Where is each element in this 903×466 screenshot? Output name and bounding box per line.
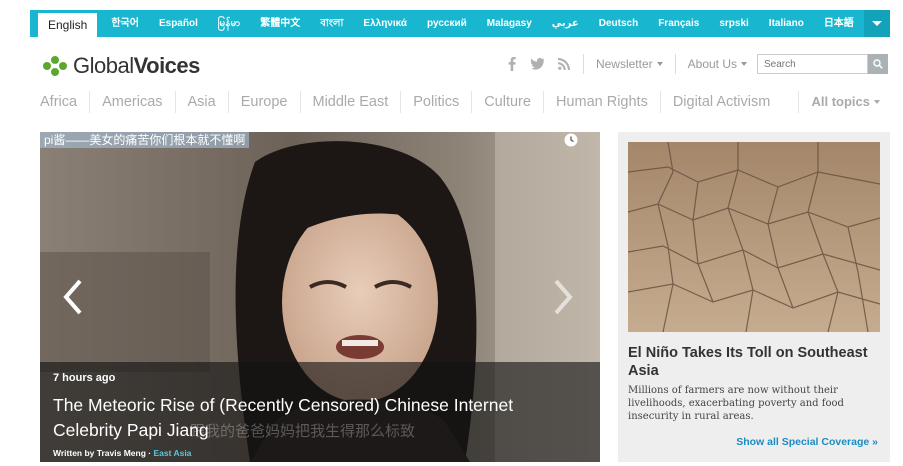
more-languages-button[interactable] <box>863 10 890 37</box>
language-korean[interactable]: 한국어 <box>101 10 149 37</box>
special-coverage-image[interactable] <box>628 142 880 332</box>
topic-americas[interactable]: Americas <box>89 91 174 113</box>
about-us-menu[interactable]: About Us <box>682 57 753 71</box>
topic-culture[interactable]: Culture <box>471 91 543 113</box>
search-icon <box>873 59 883 69</box>
all-topics-menu[interactable]: All topics <box>798 91 890 113</box>
search-button[interactable] <box>868 54 888 74</box>
topic-digital-activism[interactable]: Digital Activism <box>659 91 783 113</box>
byline-region-link[interactable]: East Asia <box>153 448 191 458</box>
chevron-down-icon <box>871 21 882 26</box>
next-slide-button[interactable] <box>552 277 574 317</box>
show-all-special-coverage-link[interactable]: Show all Special Coverage » <box>736 436 878 448</box>
topic-asia[interactable]: Asia <box>174 91 228 113</box>
byline-author: Written by Travis Meng · <box>53 448 154 458</box>
logo-text: GlobalVoices <box>73 53 200 79</box>
search-input[interactable] <box>757 54 868 74</box>
story-byline: Written by Travis Meng · East Asia <box>53 448 191 458</box>
language-bar: English 한국어 Español မြန်မာ 繁體中文 বাংলা Ελ… <box>30 10 890 37</box>
featured-story-title[interactable]: The Meteoric Rise of (Recently Censored)… <box>53 393 573 443</box>
logo-text-bold: Voices <box>133 53 201 78</box>
clock-icon <box>564 133 578 147</box>
facebook-icon[interactable] <box>508 57 516 71</box>
header-tools: Newsletter About Us <box>501 53 888 75</box>
logo-text-light: Global <box>73 53 134 78</box>
special-coverage-summary: Millions of farmers are now without thei… <box>628 385 844 422</box>
language-german[interactable]: Deutsch <box>589 10 648 37</box>
featured-story-slider[interactable]: pi酱——美女的痛苦你们根本就不懂啊 跟我的爸爸妈妈把我生得那么标致 7 hou… <box>40 132 600 462</box>
all-topics-label: All topics <box>811 94 870 109</box>
topic-europe[interactable]: Europe <box>227 91 300 113</box>
language-japanese[interactable]: 日本語 <box>814 10 864 37</box>
language-bangla[interactable]: বাংলা <box>310 10 353 37</box>
topic-politics[interactable]: Politics <box>400 91 471 113</box>
topic-human-rights[interactable]: Human Rights <box>542 91 660 113</box>
rss-icon[interactable] <box>557 58 570 70</box>
language-burmese[interactable]: မြန်မာ <box>208 10 250 37</box>
language-french[interactable]: Français <box>648 10 709 37</box>
chevron-down-icon <box>656 62 663 66</box>
language-malagasy[interactable]: Malagasy <box>477 10 542 37</box>
twitter-icon[interactable] <box>530 58 544 70</box>
site-logo[interactable]: GlobalVoices <box>40 52 200 80</box>
chevron-down-icon <box>874 100 880 104</box>
about-us-label: About Us <box>687 57 737 71</box>
chevron-down-icon <box>741 62 747 66</box>
global-voices-logo-icon <box>43 56 67 76</box>
newsletter-menu[interactable]: Newsletter <box>590 57 669 71</box>
language-russian[interactable]: русский <box>417 10 477 37</box>
language-spanish[interactable]: Español <box>149 10 208 37</box>
language-english[interactable]: English <box>38 13 98 37</box>
language-italian[interactable]: Italiano <box>759 10 814 37</box>
special-coverage-card: El Niño Takes Its Toll on Southeast Asia… <box>618 132 890 462</box>
featured-story-caption: 跟我的爸爸妈妈把我生得那么标致 7 hours ago The Meteoric… <box>40 362 600 462</box>
language-arabic[interactable]: عربي <box>542 10 589 37</box>
previous-slide-button[interactable] <box>62 277 84 317</box>
language-chinese-traditional[interactable]: 繁體中文 <box>250 10 310 37</box>
topic-africa[interactable]: Africa <box>40 91 89 113</box>
language-greek[interactable]: Ελληνικά <box>353 10 417 37</box>
story-timestamp: 7 hours ago <box>53 372 116 384</box>
newsletter-label: Newsletter <box>595 57 653 71</box>
video-caption: pi酱——美女的痛苦你们根本就不懂啊 <box>40 132 250 148</box>
header-divider <box>582 54 584 74</box>
topic-middle-east[interactable]: Middle East <box>299 91 401 113</box>
topics-nav: Africa Americas Asia Europe Middle East … <box>40 88 890 116</box>
language-serbian[interactable]: srpski <box>709 10 758 37</box>
special-coverage-title[interactable]: El Niño Takes Its Toll on Southeast Asia <box>628 344 880 380</box>
header-divider <box>674 54 676 74</box>
